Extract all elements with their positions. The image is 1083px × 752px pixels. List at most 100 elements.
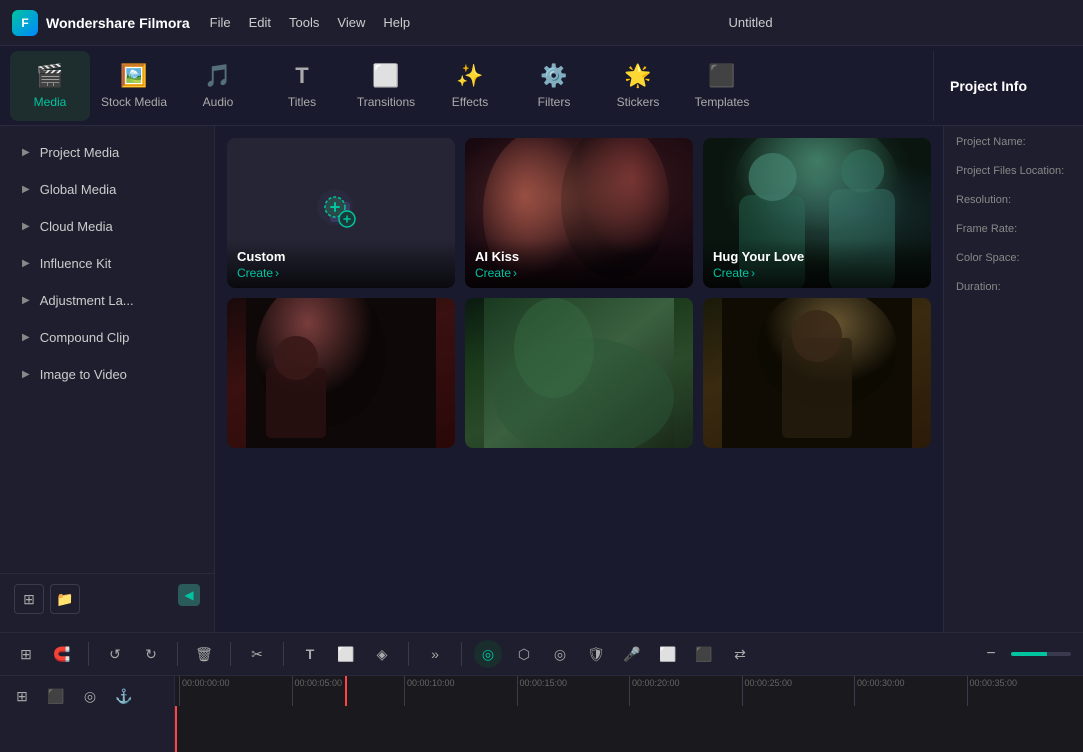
folder-btn[interactable]: 📁 [50, 584, 80, 614]
timeline-delete-btn[interactable]: 🗑 [190, 640, 218, 668]
tab-stock-media[interactable]: 🖼️ Stock Media [94, 51, 174, 121]
project-name-label: Project Name: [956, 136, 1071, 148]
timeline-text-btn[interactable]: T [296, 640, 324, 668]
sidebar-label-global-media: Global Media [40, 182, 117, 197]
tab-filters-label: Filters [538, 95, 571, 109]
timeline-captions-btn[interactable]: ⬜ [654, 640, 682, 668]
timeline-redo-btn[interactable]: ↻ [137, 640, 165, 668]
ai-kiss-title: AI Kiss [475, 249, 683, 264]
sidebar-toggle-btn[interactable]: ◀ [178, 584, 200, 606]
tab-media[interactable]: 🎬 Media [10, 51, 90, 121]
sidebar-label-influence-kit: Influence Kit [40, 256, 112, 271]
tab-transitions[interactable]: ⬜ Transitions [346, 51, 426, 121]
custom-card-title: Custom [237, 249, 445, 264]
sidebar-item-image-to-video[interactable]: ▶ Image to Video [6, 357, 208, 392]
card2-1-svg [227, 298, 455, 448]
sidebar-item-project-media[interactable]: ▶ Project Media [6, 135, 208, 170]
menu-edit[interactable]: Edit [249, 15, 271, 30]
timeline-layout-btn[interactable]: ⊞ [12, 640, 40, 668]
timeline-mask-btn[interactable]: ◈ [368, 640, 396, 668]
timeline-swap-btn[interactable]: ⇄ [726, 640, 754, 668]
project-name-row: Project Name: [956, 136, 1071, 151]
tab-audio[interactable]: 🎵 Audio [178, 51, 258, 121]
project-files-label: Project Files Location: [956, 165, 1071, 177]
project-info-tab[interactable]: Project Info [933, 51, 1073, 121]
tab-titles[interactable]: T Titles [262, 51, 342, 121]
zoom-slider[interactable] [1011, 652, 1071, 656]
logo-icon: F [12, 10, 38, 36]
menu-help[interactable]: Help [383, 15, 410, 30]
timeline-undo-btn[interactable]: ↺ [101, 640, 129, 668]
timeline-shield-btn[interactable]: 🛡 [582, 640, 610, 668]
timeline-cut-btn[interactable]: ✂ [243, 640, 271, 668]
sidebar-label-adjustment-la: Adjustment La... [40, 293, 134, 308]
tab-effects[interactable]: ✨ Effects [430, 51, 510, 121]
tab-media-label: Media [34, 95, 67, 109]
ruler-mark-7: 00:00:35:00 [967, 676, 1080, 706]
audio-icon: 🎵 [204, 63, 231, 89]
tab-templates[interactable]: ⬛ Templates [682, 51, 762, 121]
timeline-content: ⊞ ⬛ ◎ ⚓ 00:00:00:00 00:00:05:00 00:00:10… [0, 676, 1083, 752]
chevron-icon: ▶ [22, 147, 30, 158]
effects-icon: ✨ [456, 63, 483, 89]
ruler-mark-6: 00:00:30:00 [854, 676, 967, 706]
chevron-icon: ▶ [22, 258, 30, 269]
timeline-face-btn[interactable]: ◎ [474, 640, 502, 668]
card2-3-image [703, 298, 931, 448]
ai-kiss-overlay: AI Kiss Create › [465, 239, 693, 288]
tab-effects-label: Effects [452, 95, 488, 109]
ai-kiss-link[interactable]: Create › [475, 266, 683, 280]
media-icon: 🎬 [36, 63, 63, 89]
media-card-row2-3[interactable] [703, 298, 931, 448]
timeline-left-controls: ⊞ ⬛ ◎ ⚓ [0, 676, 175, 752]
timeline-motion-btn[interactable]: ◎ [546, 640, 574, 668]
media-card-ai-kiss[interactable]: AI Kiss Create › [465, 138, 693, 288]
timeline-scene-btn[interactable]: ⬛ [690, 640, 718, 668]
custom-card-link[interactable]: Create › [237, 266, 445, 280]
add-track-btn[interactable]: ⊞ [8, 682, 36, 710]
card2-3-svg [703, 298, 931, 448]
sidebar-item-influence-kit[interactable]: ▶ Influence Kit [6, 246, 208, 281]
filters-icon: ⚙️ [540, 63, 567, 89]
app-logo: F Wondershare Filmora [12, 10, 190, 36]
media-card-row2-2[interactable] [465, 298, 693, 448]
track-eye-btn[interactable]: ◎ [76, 682, 104, 710]
sidebar-bottom: ⊞ 📁 ◀ [0, 573, 214, 624]
ruler-mark-2: 00:00:10:00 [404, 676, 517, 706]
timeline-crop-btn[interactable]: ⬜ [332, 640, 360, 668]
hug-link[interactable]: Create › [713, 266, 921, 280]
timeline-magnet-btn[interactable]: 🧲 [48, 640, 76, 668]
track-layout-btn[interactable]: ⬛ [42, 682, 70, 710]
sidebar-item-adjustment-la[interactable]: ▶ Adjustment La... [6, 283, 208, 318]
ruler-marks: 00:00:00:00 00:00:05:00 00:00:10:00 00:0… [179, 676, 1079, 706]
media-grid: Custom Create › [227, 138, 931, 448]
toolbar-separator-1 [88, 642, 89, 666]
stickers-icon: 🌟 [624, 63, 651, 89]
card2-2-svg [465, 298, 693, 448]
media-card-row2-1[interactable] [227, 298, 455, 448]
tab-templates-label: Templates [695, 95, 750, 109]
track-anchor-btn[interactable]: ⚓ [110, 682, 138, 710]
tab-filters[interactable]: ⚙️ Filters [514, 51, 594, 121]
media-card-custom[interactable]: Custom Create › [227, 138, 455, 288]
duration-row: Duration: [956, 281, 1071, 296]
menu-file[interactable]: File [210, 15, 231, 30]
sidebar-item-cloud-media[interactable]: ▶ Cloud Media [6, 209, 208, 244]
card2-1-image [227, 298, 455, 448]
tab-stickers[interactable]: 🌟 Stickers [598, 51, 678, 121]
timeline-playhead[interactable] [345, 676, 347, 706]
timeline-clip-btn[interactable]: ⬡ [510, 640, 538, 668]
sidebar-item-global-media[interactable]: ▶ Global Media [6, 172, 208, 207]
sidebar-item-compound-clip[interactable]: ▶ Compound Clip [6, 320, 208, 355]
menu-view[interactable]: View [337, 15, 365, 30]
zoom-out-btn[interactable]: − [977, 640, 1005, 668]
media-card-hug[interactable]: Hug Your Love Create › [703, 138, 931, 288]
menu-tools[interactable]: Tools [289, 15, 319, 30]
chevron-icon: ▶ [22, 332, 30, 343]
timeline-speed-btn[interactable]: » [421, 640, 449, 668]
project-files-row: Project Files Location: [956, 165, 1071, 180]
color-space-label: Color Space: [956, 252, 1071, 264]
frame-rate-row: Frame Rate: [956, 223, 1071, 238]
timeline-mic-btn[interactable]: 🎤 [618, 640, 646, 668]
import-btn[interactable]: ⊞ [14, 584, 44, 614]
